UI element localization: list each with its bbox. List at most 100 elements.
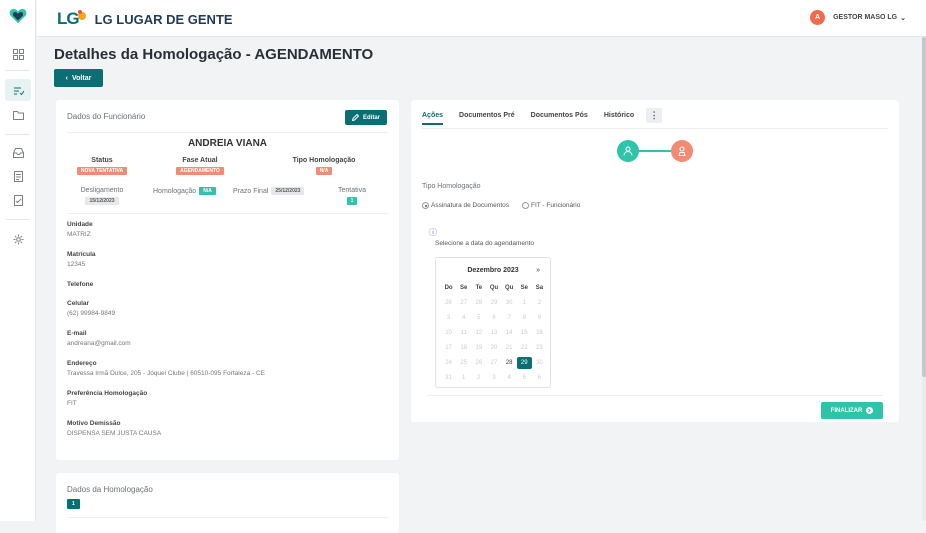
calendar-day[interactable]: 25 [456,357,471,369]
calendar-day[interactable]: 6 [532,372,547,384]
calendar-day[interactable]: 31 [441,372,456,384]
calendar-month: Dezembro 2023 [467,267,519,274]
user-name: GESTOR MASO LG [833,14,898,21]
calendar-day[interactable]: 19 [471,342,486,354]
calendar-day[interactable]: 1 [456,372,471,384]
calendar-day[interactable]: 21 [502,342,517,354]
radio-checked-icon [422,202,429,209]
scrollbar-thumb[interactable] [922,37,926,377]
calendar-day[interactable]: 15 [517,327,532,339]
info-icon: ⓘ [429,228,437,237]
calendar-day[interactable]: 30 [532,357,547,369]
tab-acoes[interactable]: Ações [422,108,444,125]
tab-historico[interactable]: Histórico [604,108,634,125]
next-month-icon[interactable]: » [536,267,540,274]
calendar-day[interactable]: 2 [532,297,547,309]
homologation-badge: N/A [199,187,216,195]
calendar-day[interactable]: 23 [532,342,547,354]
calendar-day[interactable]: 28 [502,357,517,369]
settings-icon[interactable] [11,232,25,246]
field-endereco: Endereço Travessa Irmã Dulce, 205 - Jóque… [67,360,265,377]
field-motivo: Motivo Demissão DISPENSA SEM JUSTA CAUSA [67,420,162,437]
type-block: Tipo Homologação N/A [286,157,362,175]
radio-fit[interactable]: FIT - Funcionário [522,202,580,209]
dismissal-date: 15/12/2023 [85,197,119,205]
calendar-day[interactable]: 4 [502,372,517,384]
calendar-day[interactable]: 3 [486,372,501,384]
homologation-card: Dados da Homologação 1 [56,473,399,533]
calendar-day[interactable]: 9 [532,312,547,324]
top-bar: LG LG LUGAR DE GENTE A GESTOR MASO LG ⌄ [37,0,926,37]
calendar-day[interactable]: 1 [517,297,532,309]
weekday-label: Te [475,285,483,291]
brand-logo: LG [57,9,80,28]
phase-badge: AGENDAMENTO [176,167,224,175]
homologation-count-badge[interactable]: 1 [67,499,80,509]
calendar-day[interactable]: 17 [441,342,456,354]
calendar-day[interactable]: 10 [441,327,456,339]
status-badge: NOVA TENTATIVA [76,167,128,175]
folder-icon[interactable] [11,108,25,122]
field-telefone: Telefone [67,281,94,288]
inbox-icon[interactable] [11,146,25,160]
employee-card: Dados do Funcionário Editar ANDREIA VIAN… [56,100,399,460]
calendar-day[interactable]: 24 [441,357,456,369]
dismissal-block: Desligamento 15/12/2023 [74,187,130,205]
document-check-icon[interactable] [11,193,25,207]
avatar: A [810,10,826,25]
step-employee-icon[interactable] [617,140,639,162]
calendar-day[interactable]: 22 [517,342,532,354]
calendar-day[interactable]: 27 [456,297,471,309]
checklist-icon[interactable] [5,79,31,101]
brand[interactable]: LG LG LUGAR DE GENTE [57,9,233,29]
field-unidade: Unidade MATRIZ [67,221,93,238]
back-button[interactable]: ‹ Voltar [54,69,103,87]
calendar-day[interactable]: 28 [471,297,486,309]
chevron-left-icon: ‹ [65,74,68,82]
attempt-block: Tentativa 1 [332,187,372,205]
finalizar-button[interactable]: FINALIZAR [821,402,883,419]
scrollbar[interactable] [922,37,926,521]
calendar-day[interactable]: 5 [517,372,532,384]
calendar-day[interactable]: 12 [471,327,486,339]
chevron-down-icon: ⌄ [900,14,906,22]
calendar-day[interactable]: 29 [486,297,501,309]
calendar-day[interactable]: 30 [502,297,517,309]
radio-fit-label: FIT - Funcionário [531,202,581,209]
document-icon[interactable] [11,169,25,183]
calendar-day[interactable]: 26 [471,357,486,369]
employee-name: ANDREIA VIANA [187,138,268,149]
status-label: Status [91,157,113,164]
calendar-day[interactable]: 6 [486,312,501,324]
tab-documentos-pre[interactable]: Documentos Pré [459,108,515,125]
step-signature-icon[interactable] [671,140,693,162]
radio-assinatura[interactable]: Assinatura de Documentos [422,202,509,209]
heart-logo-icon[interactable] [9,8,27,24]
calendar-day[interactable]: 14 [502,327,517,339]
calendar-day[interactable]: 13 [486,327,501,339]
calendar-day[interactable]: 18 [456,342,471,354]
calendar-day[interactable]: 27 [486,357,501,369]
calendar-day[interactable]: 8 [517,312,532,324]
select-date-label: Selecione a data do agendamento [435,240,535,247]
calendar-day[interactable]: 26 [441,297,456,309]
calendar-day[interactable]: 11 [456,327,471,339]
calendar-day[interactable]: 7 [502,312,517,324]
type-label: Tipo Homologação [292,157,356,164]
edit-button[interactable]: Editar [345,110,387,125]
calendar-day[interactable]: 20 [486,342,501,354]
calendar-day[interactable]: 4 [456,312,471,324]
calendar-day[interactable]: 3 [441,312,456,324]
calendar-day[interactable]: 5 [471,312,486,324]
attempt-badge: 1 [346,197,358,205]
calendar-day[interactable]: 29 [516,357,532,369]
calendar-day[interactable]: 2 [471,372,486,384]
dashboard-icon[interactable] [11,47,25,61]
arrow-circle-icon [866,407,874,414]
calendar-day[interactable]: 16 [532,327,547,339]
user-menu[interactable]: A GESTOR MASO LG ⌄ [810,10,906,25]
more-options-icon[interactable]: ⋮ [646,108,663,123]
tab-documentos-pos[interactable]: Documentos Pós [531,108,588,125]
page-title: Detalhes da Homologação - AGENDAMENTO [54,46,374,63]
phase-block: Fase Atual AGENDAMENTO [168,157,232,175]
